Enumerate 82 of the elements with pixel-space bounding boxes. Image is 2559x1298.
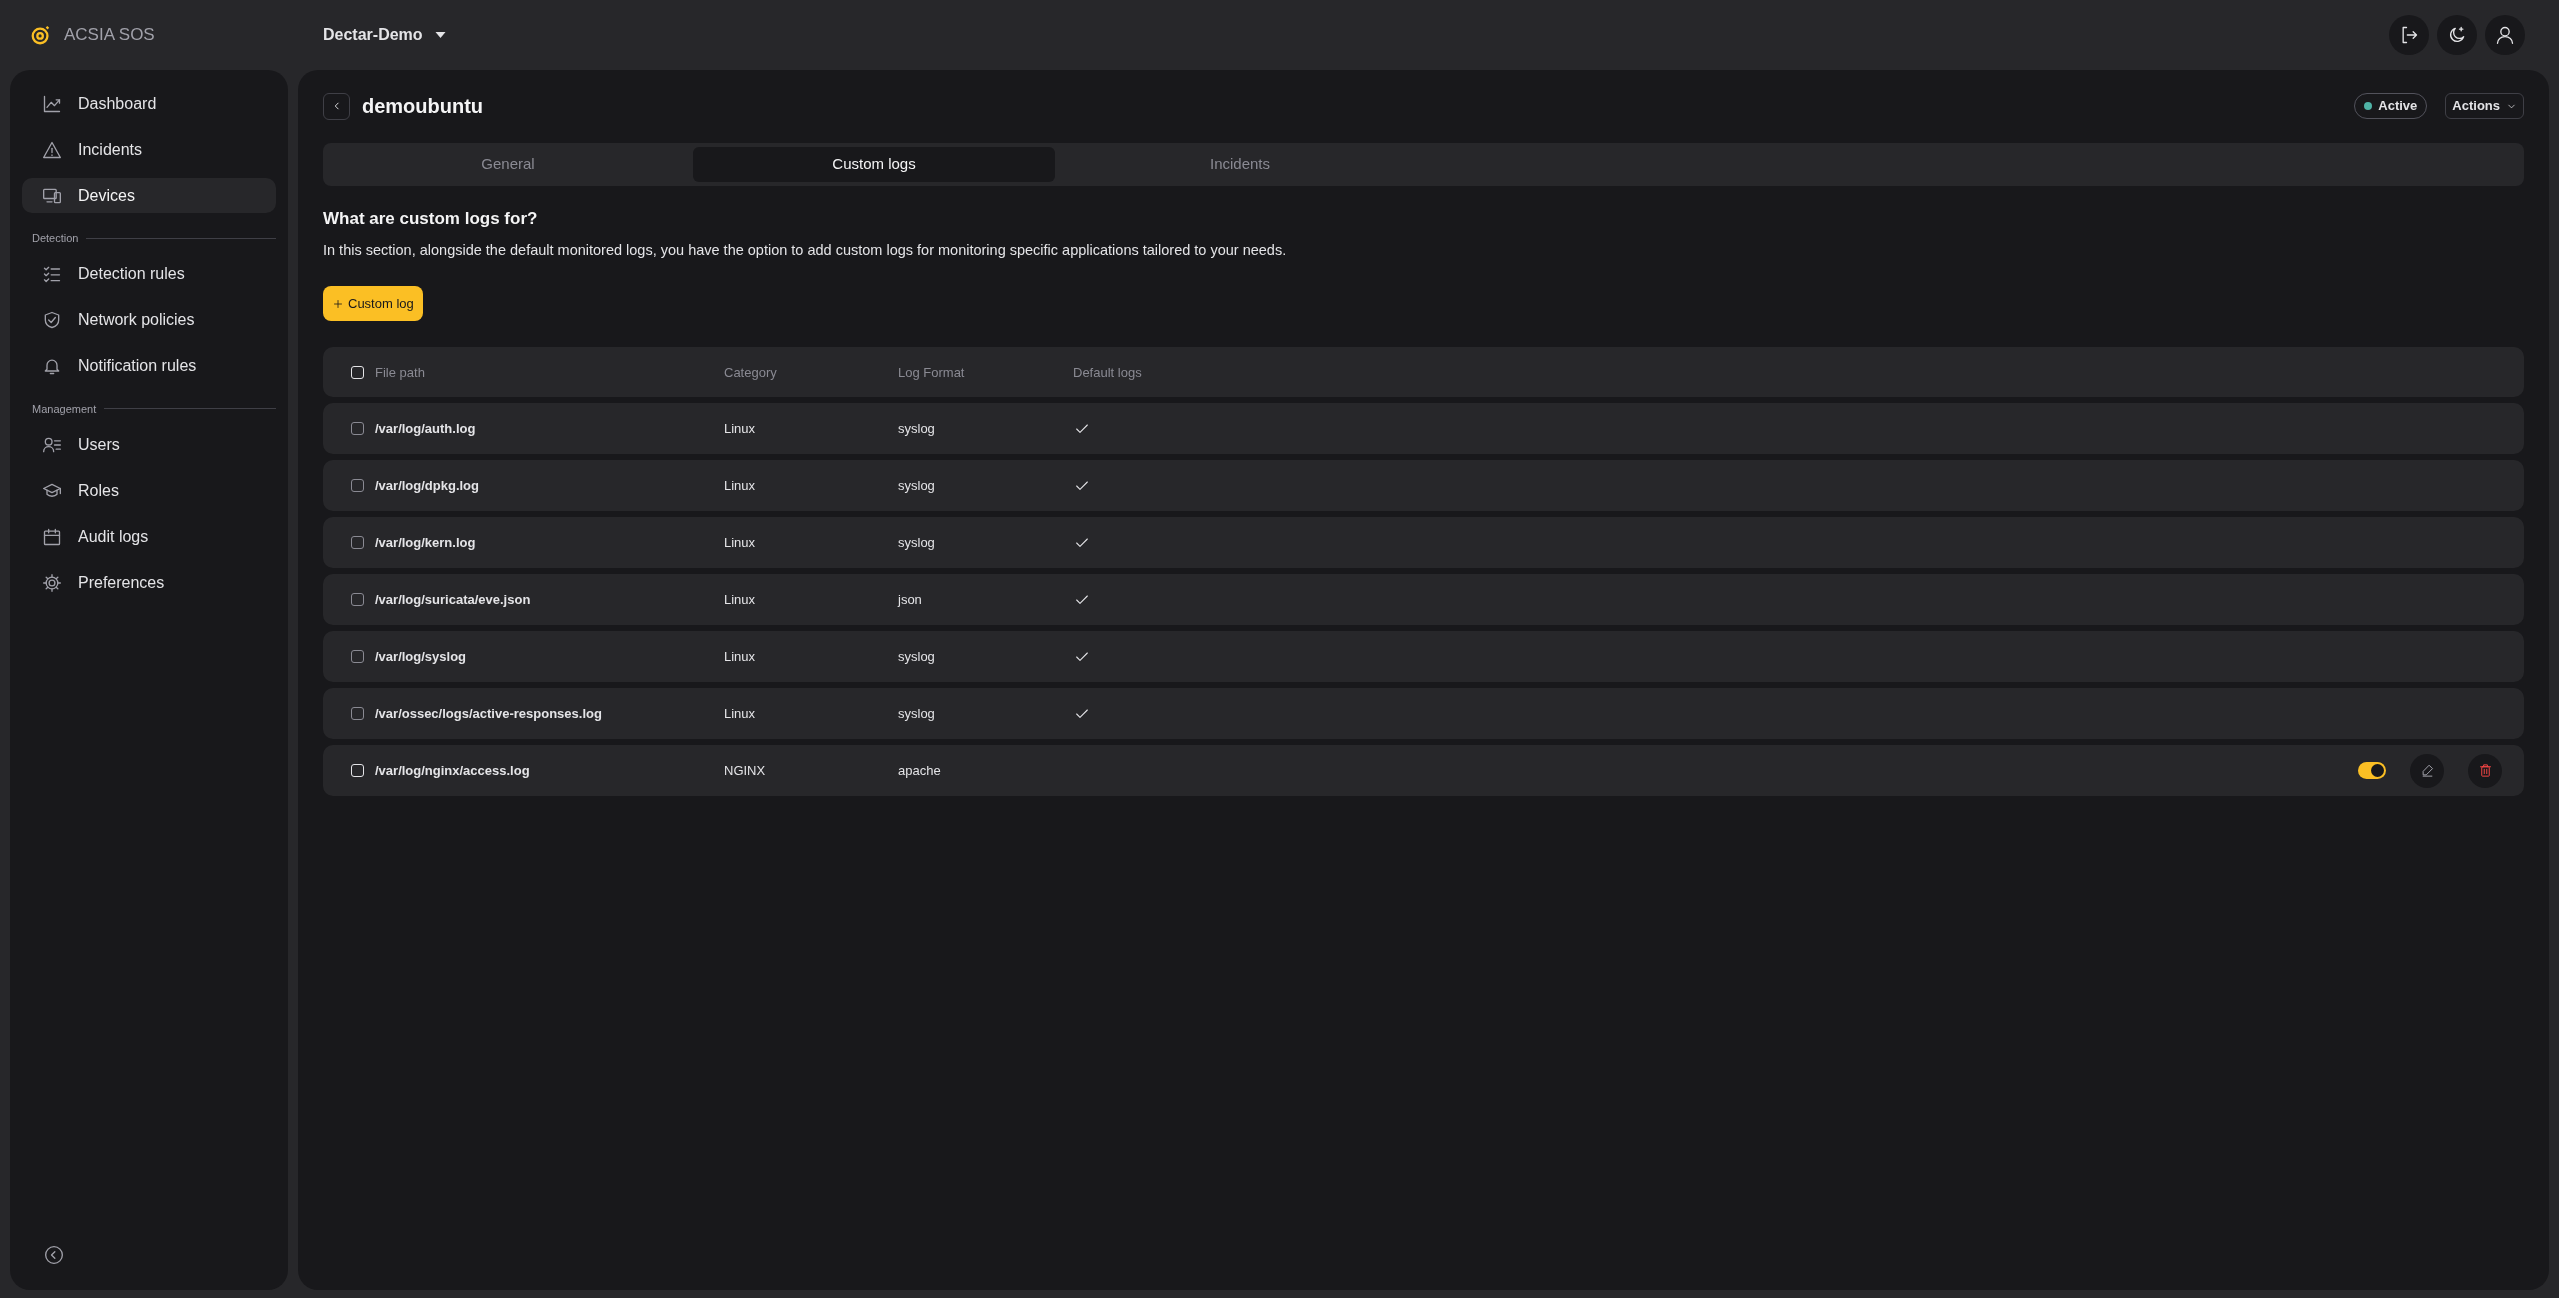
log-format-cell-text: syslog <box>898 648 936 666</box>
row-checkbox[interactable] <box>351 593 364 607</box>
column-header: Default logs <box>1073 363 1142 382</box>
device-title: demoubuntu <box>362 94 484 119</box>
table-row[interactable]: /var/log/auth.log Linux syslog <box>323 403 2524 455</box>
log-format-cell-text: apache <box>898 762 942 780</box>
app-name: ACSIA SOS <box>64 24 155 47</box>
file-path-cell-text: /var/log/auth.log <box>375 420 477 438</box>
nav-item[interactable]: Roles <box>22 473 276 508</box>
tab[interactable]: Incidents <box>1059 147 1421 182</box>
column-header: File path <box>375 363 426 382</box>
file-path-cell-text: /var/log/nginx/access.log <box>375 762 531 780</box>
nav-item[interactable]: Notification rules <box>22 348 276 384</box>
calendar-icon <box>42 526 62 547</box>
table-row[interactable]: /var/ossec/logs/active-responses.log Linux syslog <box>323 688 2524 740</box>
row-checkbox[interactable] <box>351 536 364 550</box>
edit-button[interactable] <box>2410 753 2444 788</box>
moon-icon <box>2447 25 2467 45</box>
column-header: Category <box>724 363 778 382</box>
category-cell-text: Linux <box>724 534 757 552</box>
nav-item[interactable]: Dashboard <box>22 86 276 121</box>
logout-button[interactable] <box>2389 15 2429 55</box>
collapse-sidebar-button[interactable] <box>44 1245 64 1265</box>
caret-icon <box>434 32 446 38</box>
tab[interactable]: General <box>327 147 689 182</box>
delete-button[interactable] <box>2468 753 2502 788</box>
table-row[interactable]: /var/log/suricata/eve.json Linux json <box>323 574 2524 626</box>
profile-button[interactable] <box>2485 15 2525 55</box>
user-icon <box>2495 25 2515 45</box>
tab[interactable]: Custom logs <box>693 147 1055 182</box>
log-format-cell-text: syslog <box>898 477 936 495</box>
logo-icon <box>30 24 52 46</box>
log-format-cell-text: syslog <box>898 705 936 723</box>
category-cell-text: Linux <box>724 591 757 609</box>
section-label: Management <box>32 401 97 417</box>
warning-icon <box>42 139 62 160</box>
row-checkbox[interactable] <box>351 650 364 664</box>
category-cell-text: Linux <box>724 420 757 438</box>
category-cell-text: NGINX <box>724 762 767 780</box>
category-cell-text: Linux <box>724 477 757 495</box>
column-header: Log Format <box>898 363 966 382</box>
file-path-cell-text: /var/log/suricata/eve.json <box>375 591 532 609</box>
workspace-dropdown[interactable]: Dectar-Demo <box>323 23 446 47</box>
actions-dropdown[interactable]: Actions <box>2445 93 2524 119</box>
checklist-icon <box>42 264 62 284</box>
file-path-cell-text: /var/log/kern.log <box>375 534 477 552</box>
chart-icon <box>42 93 62 114</box>
file-path-cell-text: /var/log/syslog <box>375 648 468 666</box>
table-row[interactable]: /var/log/dpkg.log Linux syslog <box>323 460 2524 512</box>
shield-check-icon <box>42 310 62 330</box>
theme-toggle-button[interactable] <box>2437 15 2477 55</box>
row-checkbox[interactable] <box>351 707 364 721</box>
nav-item[interactable]: Detection rules <box>22 256 276 292</box>
trash-icon <box>2477 763 2493 779</box>
nav-item[interactable]: Incidents <box>22 132 276 167</box>
nav-item[interactable]: Preferences <box>22 565 276 600</box>
category-cell-text: Linux <box>724 648 757 666</box>
nav-item[interactable]: Devices <box>22 178 276 213</box>
log-format-cell-text: syslog <box>898 420 936 438</box>
log-format-cell-text: json <box>898 591 923 609</box>
chevron-left-icon <box>44 1245 64 1265</box>
log-format-cell-text: syslog <box>898 534 936 552</box>
pencil-icon <box>2419 763 2435 779</box>
nav-item[interactable]: Users <box>22 427 276 462</box>
file-path-cell-text: /var/log/dpkg.log <box>375 477 480 495</box>
section-description: In this section, alongside the default monitored logs, you have the option to add custom logs for monitoring specific applications tailored to your needs. <box>323 240 1288 260</box>
section-label: Detection <box>32 231 79 246</box>
category-cell-text: Linux <box>724 705 757 723</box>
table-row[interactable]: /var/log/syslog Linux syslog <box>323 631 2524 683</box>
plus-icon <box>332 297 344 310</box>
add-custom-log-button[interactable]: Custom log <box>323 286 423 322</box>
section-title: What are custom logs for? <box>323 208 539 230</box>
select-all-checkbox[interactable] <box>351 365 364 379</box>
table-row[interactable]: /var/log/nginx/access.log NGINX apache <box>323 745 2524 797</box>
nav-item[interactable]: Audit logs <box>22 519 276 554</box>
toggle-switch[interactable] <box>2358 762 2386 780</box>
row-checkbox[interactable] <box>351 422 364 436</box>
nav-item[interactable]: Network policies <box>22 302 276 338</box>
gear-icon <box>42 572 62 593</box>
file-path-cell-text: /var/ossec/logs/active-responses.log <box>375 705 603 723</box>
row-checkbox[interactable] <box>351 479 364 493</box>
table-row[interactable]: /var/log/kern.log Linux syslog <box>323 517 2524 569</box>
